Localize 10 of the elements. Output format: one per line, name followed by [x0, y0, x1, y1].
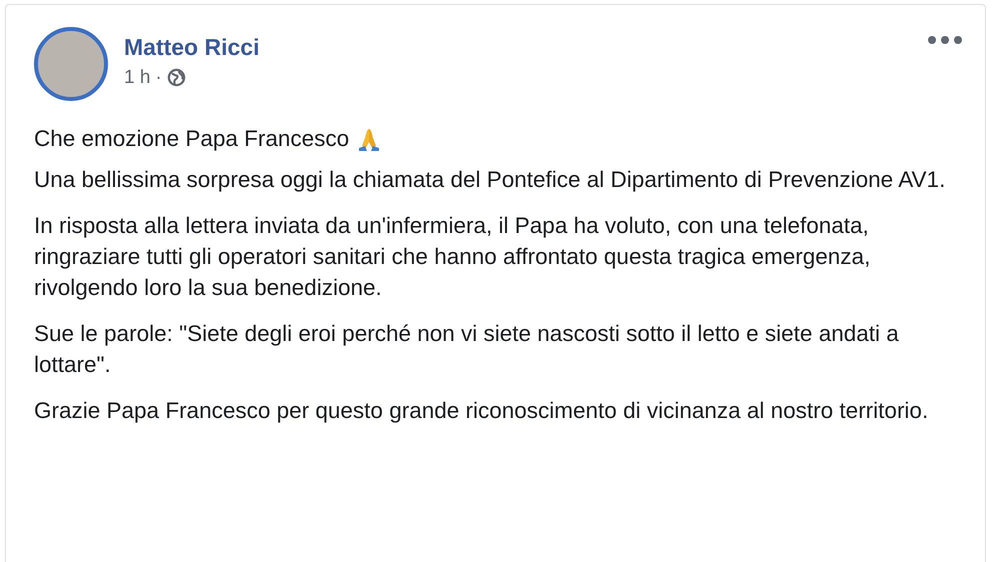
globe-icon	[166, 68, 186, 87]
post-text: Che emozione Papa Francesco	[34, 125, 350, 153]
more-options-icon[interactable]	[927, 35, 963, 45]
post-text: Grazie Papa Francesco per questo grande riconoscimento di vicinanza al nostro territorio.	[34, 397, 930, 425]
post-text: In risposta alla lettera inviata da un'infermiera, il Papa ha voluto, con una telefonata, ringraziare tutti gli operatori sanitari che hanno affrontato questa tragica emergenza, rivolgendo loro la sua benedizione.	[34, 212, 872, 302]
separator-dot: ·	[155, 66, 162, 88]
post-text: Sue le parole: "Siete degli eroi perché non vi siete nascosti sotto il letto e siete andati a lottare".	[34, 320, 900, 379]
author-name[interactable]: Matteo Ricci	[124, 34, 260, 60]
post-time[interactable]: 1 h	[124, 66, 150, 88]
post-text: Una bellissima sorpresa oggi la chiamata del Pontefice al Dipartimento di Prevenzione AV1.	[34, 166, 946, 194]
